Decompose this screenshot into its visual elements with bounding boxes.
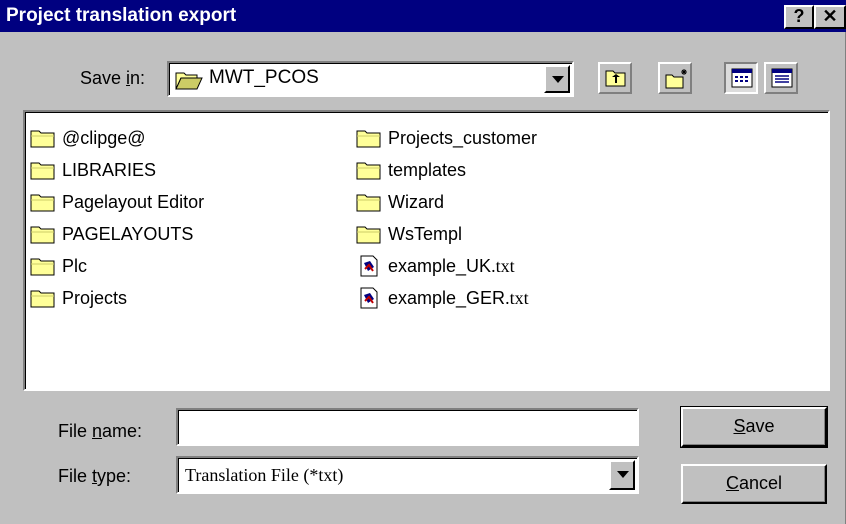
item-label: Pagelayout Editor [62,192,205,212]
file-name-input[interactable] [176,408,639,446]
folder-item[interactable]: WsTempl [356,220,462,248]
item-label: example_UK.txt [388,256,515,276]
save-dialog: Project translation export ? ✕ Save in: … [0,0,846,524]
folder-icon [30,255,56,277]
folder-item[interactable]: Pagelayout Editor [30,188,204,216]
new-folder-icon [665,69,687,89]
close-icon: ✕ [822,6,838,26]
list-view-button[interactable] [724,62,758,94]
folder-icon [30,191,56,213]
item-label: PAGELAYOUTS [62,224,194,244]
save-in-combo[interactable]: MWT_PCOS [167,61,574,97]
help-button[interactable]: ? [784,5,814,29]
folder-icon [356,223,382,245]
item-label: @clipge@ [62,128,146,148]
item-label: Plc [62,256,88,276]
item-label: Wizard [388,192,445,212]
save-in-value: MWT_PCOS [209,67,319,88]
chevron-down-icon [552,76,564,83]
folder-icon [356,191,382,213]
file-item[interactable]: example_UK.txt [356,252,515,280]
cancel-button[interactable]: Cancel [681,464,827,504]
up-folder-icon [605,70,626,87]
open-folder-icon [175,72,203,90]
folder-item[interactable]: Plc [30,252,87,280]
item-label: example_GER.txt [388,288,529,308]
save-in-label: Save in: [80,68,146,88]
file-list[interactable] [23,110,830,391]
folder-item[interactable]: LIBRARIES [30,156,156,184]
folder-item[interactable]: @clipge@ [30,124,146,152]
folder-icon [356,159,382,181]
folder-icon [356,127,382,149]
item-label: LIBRARIES [62,160,157,180]
folder-item[interactable]: Wizard [356,188,444,216]
details-view-icon [771,68,793,88]
save-button[interactable]: Save [680,406,828,448]
text-file-icon [356,287,382,309]
window-title: Project translation export [6,5,237,26]
file-type-dropdown-button[interactable] [609,460,635,490]
folder-icon [30,287,56,309]
text-file-icon [356,255,382,277]
item-label: Projects_customer [388,128,538,148]
file-type-value: Translation File (*txt) [185,465,344,485]
folder-icon [30,223,56,245]
file-item[interactable]: example_GER.txt [356,284,529,312]
save-in-dropdown-button[interactable] [544,65,570,93]
folder-item[interactable]: templates [356,156,466,184]
folder-item[interactable]: Projects [30,284,127,312]
create-new-folder-button[interactable] [658,62,692,94]
folder-icon [30,127,56,149]
item-label: WsTempl [388,224,463,244]
chevron-down-icon [617,471,629,478]
file-type-label: File type: [58,466,132,486]
folder-item[interactable]: PAGELAYOUTS [30,220,193,248]
title-bar[interactable]: Project translation export ? ✕ [0,0,846,32]
close-button[interactable]: ✕ [814,5,846,29]
folder-item[interactable]: Projects_customer [356,124,537,152]
item-label: templates [388,160,467,180]
help-icon: ? [793,6,805,26]
item-label: Projects [62,288,128,308]
details-view-button[interactable] [764,62,798,94]
file-name-label: File name: [58,421,143,441]
up-one-level-button[interactable] [598,62,632,94]
file-type-select[interactable]: Translation File (*txt) [176,456,639,494]
list-view-icon [731,68,753,88]
folder-icon [30,159,56,181]
